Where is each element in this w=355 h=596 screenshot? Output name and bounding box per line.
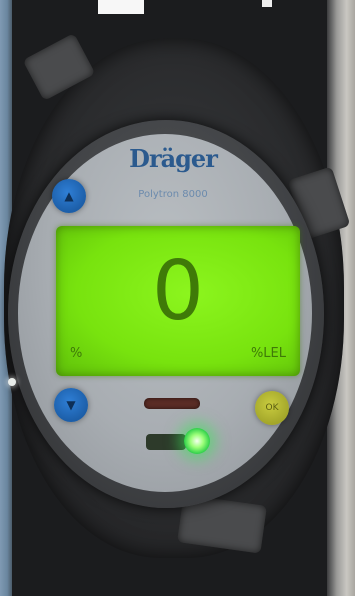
brand-logo: Dräger bbox=[129, 144, 218, 173]
reading-unit: % bbox=[70, 346, 83, 361]
fault-led bbox=[144, 398, 200, 409]
up-button[interactable]: ▲ bbox=[52, 179, 86, 213]
ok-label: OK bbox=[265, 403, 279, 413]
top-mark bbox=[262, 0, 272, 7]
lcd-display: 0 % %LEL bbox=[56, 226, 300, 376]
led-housing bbox=[146, 434, 186, 450]
gas-type-label: %LEL bbox=[250, 346, 286, 361]
model-label: Polytron 8000 bbox=[138, 189, 208, 200]
ok-button[interactable]: OK bbox=[255, 391, 289, 425]
gas-reading-value: 0 bbox=[151, 244, 205, 339]
down-button[interactable]: ▼ bbox=[54, 388, 88, 422]
status-led bbox=[184, 428, 210, 454]
top-label-sticker bbox=[98, 0, 144, 14]
up-arrow-icon: ▲ bbox=[64, 189, 74, 203]
down-arrow-icon: ▼ bbox=[66, 398, 76, 412]
light-glare bbox=[8, 378, 16, 386]
